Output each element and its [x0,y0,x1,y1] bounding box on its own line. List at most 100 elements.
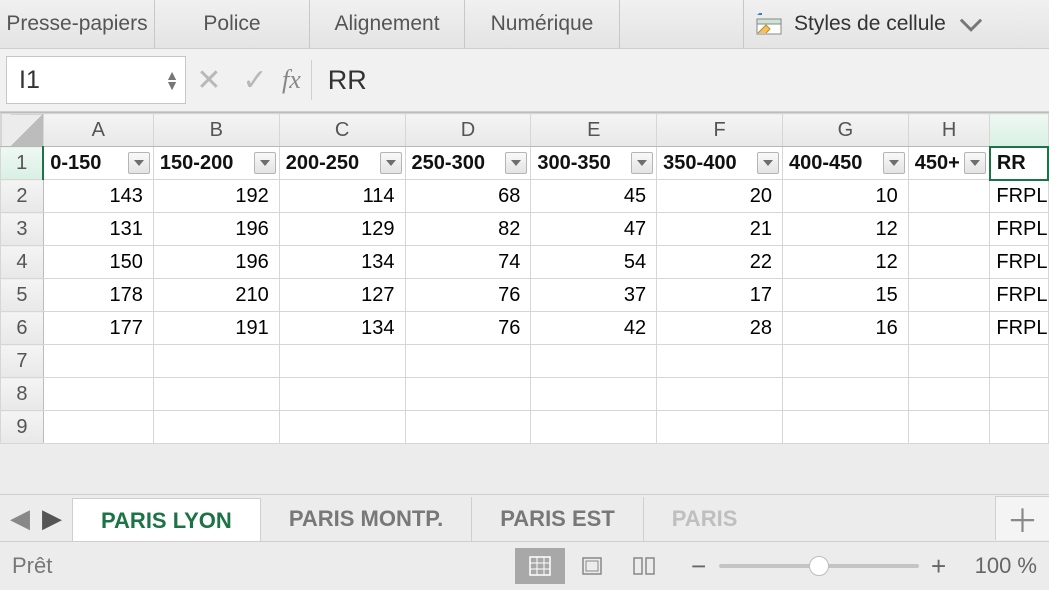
cell-F8[interactable] [657,378,783,411]
enter-button[interactable]: ✓ [232,56,278,104]
cell-D4[interactable]: 74 [405,246,531,279]
cell-F3[interactable]: 21 [657,213,783,246]
cell-C7[interactable] [279,345,405,378]
cell-I2[interactable]: FRPL [990,180,1048,213]
cell-I9[interactable] [990,411,1048,444]
stepper-down-icon[interactable]: ▼ [165,80,179,90]
cell-C2[interactable]: 114 [279,180,405,213]
cell-A8[interactable] [43,378,153,411]
filter-dropdown-button[interactable] [757,152,779,174]
cell-D6[interactable]: 76 [405,312,531,345]
sheet-tab-0[interactable]: PARIS LYON [72,498,261,541]
cell-H9[interactable] [908,411,990,444]
cell-G4[interactable]: 12 [782,246,908,279]
cell-H2[interactable] [908,180,990,213]
cell-A7[interactable] [43,345,153,378]
cell-I7[interactable] [990,345,1048,378]
col-header-D[interactable]: D [405,114,531,147]
cell-F7[interactable] [657,345,783,378]
cell-G8[interactable] [782,378,908,411]
ribbon-group-clipboard[interactable]: Presse-papiers [0,0,155,48]
cell-B1[interactable]: 150-200 [153,147,279,180]
cell-E5[interactable]: 37 [531,279,657,312]
col-header-G[interactable]: G [782,114,908,147]
cell-E7[interactable] [531,345,657,378]
row-header-3[interactable]: 3 [1,213,44,246]
filter-dropdown-button[interactable] [964,152,986,174]
cell-H7[interactable] [908,345,990,378]
cell-F1[interactable]: 350-400 [657,147,783,180]
cell-D5[interactable]: 76 [405,279,531,312]
col-header-F[interactable]: F [657,114,783,147]
ribbon-group-number[interactable]: Numérique [465,0,620,48]
cell-H6[interactable] [908,312,990,345]
cell-E3[interactable]: 47 [531,213,657,246]
cell-B6[interactable]: 191 [153,312,279,345]
cell-B5[interactable]: 210 [153,279,279,312]
cell-E9[interactable] [531,411,657,444]
filter-dropdown-button[interactable] [631,152,653,174]
row-header-9[interactable]: 9 [1,411,44,444]
zoom-in-button[interactable]: + [929,551,949,582]
filter-dropdown-button[interactable] [128,152,150,174]
zoom-percent[interactable]: 100 % [975,553,1037,579]
cell-D1[interactable]: 250-300 [405,147,531,180]
row-header-2[interactable]: 2 [1,180,44,213]
cell-B4[interactable]: 196 [153,246,279,279]
cell-G1[interactable]: 400-450 [782,147,908,180]
cell-A6[interactable]: 177 [43,312,153,345]
view-page-layout-button[interactable] [567,548,617,584]
cell-F6[interactable]: 28 [657,312,783,345]
zoom-out-button[interactable]: − [689,551,709,582]
cell-F4[interactable]: 22 [657,246,783,279]
zoom-slider[interactable] [719,564,919,568]
cell-F2[interactable]: 20 [657,180,783,213]
cell-C5[interactable]: 127 [279,279,405,312]
filter-dropdown-button[interactable] [505,152,527,174]
cell-E1[interactable]: 300-350 [531,147,657,180]
cell-B8[interactable] [153,378,279,411]
name-box[interactable]: I1 ▲ ▼ [6,56,186,104]
cell-B7[interactable] [153,345,279,378]
filter-dropdown-button[interactable] [883,152,905,174]
col-header-E[interactable]: E [531,114,657,147]
cell-H8[interactable] [908,378,990,411]
cell-C8[interactable] [279,378,405,411]
view-page-break-button[interactable] [619,548,669,584]
ribbon-group-font[interactable]: Police [155,0,310,48]
cell-F9[interactable] [657,411,783,444]
cell-G5[interactable]: 15 [782,279,908,312]
cell-A3[interactable]: 131 [43,213,153,246]
cell-H5[interactable] [908,279,990,312]
row-header-5[interactable]: 5 [1,279,44,312]
cell-B3[interactable]: 196 [153,213,279,246]
ribbon-group-alignment[interactable]: Alignement [310,0,465,48]
row-header-7[interactable]: 7 [1,345,44,378]
cell-E2[interactable]: 45 [531,180,657,213]
cell-I8[interactable] [990,378,1048,411]
cell-I1[interactable]: RR [990,147,1048,180]
filter-dropdown-button[interactable] [254,152,276,174]
tab-next-icon[interactable]: ▶ [42,503,62,534]
cell-A4[interactable]: 150 [43,246,153,279]
cell-D9[interactable] [405,411,531,444]
cell-H3[interactable] [908,213,990,246]
cell-I3[interactable]: FRPL [990,213,1048,246]
cell-G3[interactable]: 12 [782,213,908,246]
cell-I4[interactable]: FRPL [990,246,1048,279]
filter-dropdown-button[interactable] [380,152,402,174]
cell-E4[interactable]: 54 [531,246,657,279]
add-sheet-button[interactable]: ＋ [995,496,1049,540]
view-normal-button[interactable] [515,548,565,584]
cell-I5[interactable]: FRPL [990,279,1048,312]
tab-prev-icon[interactable]: ◀ [10,503,30,534]
cell-D2[interactable]: 68 [405,180,531,213]
row-header-1[interactable]: 1 [1,147,44,180]
cell-G6[interactable]: 16 [782,312,908,345]
cell-C9[interactable] [279,411,405,444]
formula-input[interactable]: RR [318,65,1043,96]
cell-E6[interactable]: 42 [531,312,657,345]
cell-A5[interactable]: 178 [43,279,153,312]
col-header-H[interactable]: H [908,114,990,147]
cell-H1[interactable]: 450+ [908,147,990,180]
